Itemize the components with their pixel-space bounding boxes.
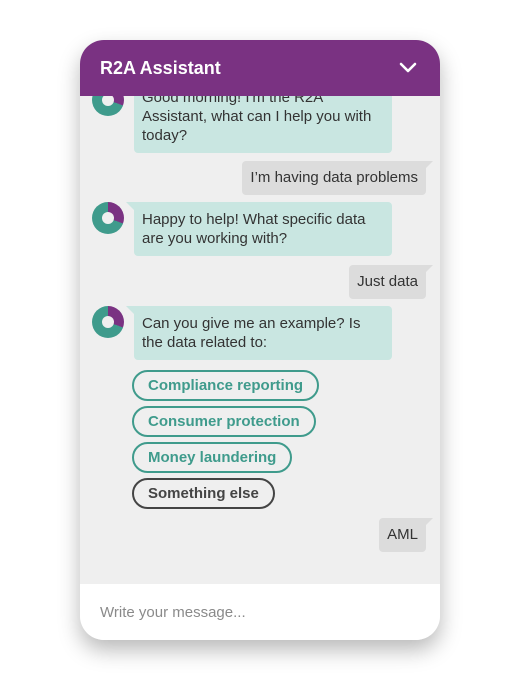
message-list[interactable]: Good morning! I'm the R2A Assistant, wha… xyxy=(80,96,440,584)
message-input[interactable] xyxy=(100,598,420,626)
chat-header: R2A Assistant xyxy=(80,40,440,96)
user-message: AML xyxy=(379,518,433,552)
chevron-down-icon[interactable] xyxy=(398,58,418,78)
assistant-avatar xyxy=(92,202,124,234)
quick-reply-money-laundering[interactable]: Money laundering xyxy=(132,442,293,473)
assistant-avatar xyxy=(92,306,124,338)
quick-reply-compliance-reporting[interactable]: Compliance reporting xyxy=(132,370,320,401)
user-message: Just data xyxy=(349,265,433,299)
chat-widget: R2A Assistant Good morning! I'm the R2A … xyxy=(80,40,440,640)
chat-title: R2A Assistant xyxy=(100,58,221,78)
quick-reply-consumer-protection[interactable]: Consumer protection xyxy=(132,406,316,437)
bot-message: Can you give me an example? Is the data … xyxy=(126,306,392,360)
composer xyxy=(80,584,440,640)
bot-message: Good morning! I'm the R2A Assistant, wha… xyxy=(134,96,392,153)
user-message: I’m having data problems xyxy=(242,161,433,195)
bot-message: Happy to help! What specific data are yo… xyxy=(126,202,392,256)
quick-reply-something-else[interactable]: Something else xyxy=(132,478,275,509)
assistant-avatar xyxy=(92,96,124,116)
